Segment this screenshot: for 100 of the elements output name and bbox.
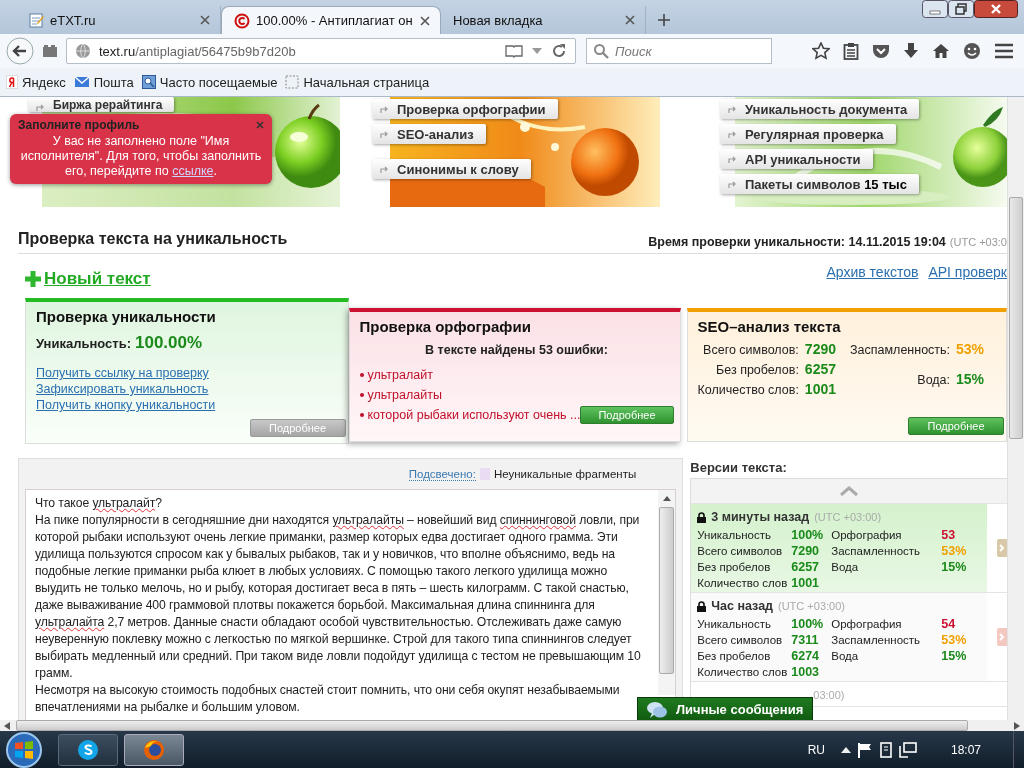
metric-value: 53%	[941, 544, 968, 558]
menu-link[interactable]: Проверка орфографии	[372, 99, 558, 119]
menu-link[interactable]: API уникальности	[720, 149, 873, 169]
search-field[interactable]: Поиск	[586, 38, 772, 64]
version-item[interactable]: 3 минуты назад (UTC +03:00) Уникальность 100% Орфография 53 Всего символов 7290 Заспамленность 53% Без пробелов 6257 Вода 15% Количество слов 1001	[691, 504, 988, 592]
taskbar-button[interactable]	[58, 734, 118, 766]
scrollbar[interactable]	[658, 490, 676, 695]
scroll-right-icon[interactable]	[1014, 721, 1020, 730]
metric-label: Заспамленность:	[850, 343, 951, 357]
menu-link[interactable]: SEO-анализ	[372, 124, 486, 144]
reader-icon[interactable]	[505, 44, 523, 58]
library-icon[interactable]	[42, 44, 58, 58]
highlight-link[interactable]: Подсвечено:	[408, 467, 476, 481]
timezone-label: (UTC +03:00)	[778, 600, 845, 612]
arrow-icon	[728, 129, 737, 139]
metric-label: Уникальность	[697, 618, 772, 630]
menu-link[interactable]: Синонимы к слову	[372, 159, 531, 179]
menu-link[interactable]: Уникальность документа	[720, 99, 920, 119]
metric-label: Вода:	[916, 373, 951, 387]
lock-icon	[697, 600, 707, 612]
star-icon[interactable]	[812, 42, 830, 60]
timezone-label: (UTC +03:00)	[814, 511, 882, 523]
version-item[interactable]: Час назад (UTC +03:00) Уникальность 100% Орфография 54 Всего символов 7311 Заспамленность 53% Без пробелов 6274 Вода 15% Количество слов 1003	[691, 593, 988, 681]
blank-page-icon	[285, 75, 300, 89]
chat-bubbles-icon	[646, 700, 668, 719]
timezone-label: 03:00)	[813, 689, 845, 701]
error-item[interactable]: ультралайты	[359, 388, 442, 402]
chevron-up-icon	[839, 486, 860, 496]
arrow-icon	[728, 179, 737, 189]
arrow-icon	[380, 164, 389, 174]
dropdown-icon[interactable]	[531, 47, 543, 55]
metric-label: Всего символов:	[702, 343, 799, 357]
menu-link[interactable]: Пакеты символов 15 тыс	[720, 174, 919, 194]
download-icon[interactable]	[903, 42, 919, 60]
close-icon[interactable]	[974, 0, 1018, 18]
device-icon[interactable]	[878, 742, 893, 758]
home-icon[interactable]	[932, 43, 950, 59]
check-time: Время проверки уникальности: 14.11.2015 19:04	[648, 235, 946, 249]
metric-label: Заспамленность	[831, 634, 922, 646]
action-link[interactable]: Получить кнопку уникальности	[36, 397, 338, 413]
search-page-icon	[141, 75, 156, 89]
maximize-icon[interactable]	[948, 0, 974, 18]
card-title: SEO–анализ текста	[697, 318, 842, 335]
smiley-icon[interactable]	[963, 42, 981, 60]
versions-title: Версии текста:	[690, 459, 788, 477]
minimize-icon[interactable]	[922, 0, 948, 18]
metric-label: Количество слов	[697, 577, 789, 589]
metric-label: Заспамленность	[831, 545, 922, 557]
browser-tab[interactable]: 100.00% - Антиплагиат он	[221, 6, 441, 34]
clock[interactable]: 18:07	[950, 743, 981, 757]
arrow-icon	[728, 104, 737, 114]
action-link[interactable]: Получить ссылку на проверку	[36, 365, 338, 381]
scrollbar[interactable]	[0, 720, 1024, 731]
metric-value: 7290	[804, 341, 836, 357]
notification-text: У вас не заполнено поле "Имя исполнителя". Для того, чтобы заполнить его, перейдите по ссылке.	[19, 134, 263, 179]
tab-title: eTXT.ru	[50, 12, 97, 28]
scroll-up-icon[interactable]	[662, 496, 671, 501]
yandex-icon	[6, 75, 18, 89]
language-indicator[interactable]: RU	[807, 743, 825, 757]
network-icon[interactable]	[898, 742, 917, 758]
page-title: Проверка текста на уникальность	[18, 230, 288, 249]
scrollbar[interactable]	[1007, 97, 1024, 720]
metric-label: Без пробелов	[697, 650, 772, 662]
bookmark[interactable]: Яндекс	[6, 74, 66, 90]
new-tab-icon[interactable]	[658, 14, 670, 26]
menu-icon[interactable]	[994, 43, 1014, 59]
metric-value: 6274	[791, 649, 821, 663]
plus-icon	[24, 270, 42, 288]
tab-title: Новая вкладка	[453, 12, 544, 28]
metric-value: 100%	[791, 617, 825, 631]
menu-link[interactable]: Регулярная проверка	[720, 124, 896, 144]
card-title: Проверка уникальности	[36, 308, 217, 325]
action-link[interactable]: Зафиксировать уникальность	[36, 381, 338, 397]
start-button-icon[interactable]	[4, 731, 44, 768]
text-paragraph: На пике популярности в сегодняшние дни находятся ультралайты – новейший вид спиннинговой ловли, при которой рыбаки используют очень легкие приманки, размер которых едва достигает одного грамма. Эти удилища пользуются спросом как у бывалых рыбаков, так и у новичков, что вполне объяснимо, ведь на подобные легкие приманки рыба клюет в любых условиях. С помощью такого легкого удилища можно выудить не только мелочь, но и рыбу, которая достигает веса в пять – шесть килограмм. С такой снастью, даже вываживание 400 граммовой плотвы покажется борьбой. Максимальная длина спиннинга для ультралайта 2,7 метров. Данные снасти обладают особой чувствительностью. Отслеживать даже самую неуверенную поклевку можно с легкостью по мягкой вершинке. Строй для такого типа спиннингов следует выбирать медленный или средний. При таком виде ловли подойдут удилища с тестом не превышающим 10 грамм.	[35, 512, 642, 682]
metric-value: 15%	[941, 560, 968, 574]
tray-expand-icon[interactable]	[840, 747, 851, 753]
nav-link[interactable]: API проверк	[928, 264, 1007, 280]
flag-icon[interactable]	[856, 742, 873, 758]
metric-label: Уникальность:	[36, 336, 131, 351]
nav-link[interactable]: Архив текстов	[826, 264, 919, 280]
metric-value: 100%	[791, 528, 825, 542]
notepad-icon	[28, 12, 44, 28]
close-icon[interactable]	[420, 15, 430, 26]
clipboard-icon[interactable]	[843, 42, 859, 60]
messages-button[interactable]: Личные сообщения	[637, 697, 813, 720]
tab-title: 100.00% - Антиплагиат он	[256, 13, 414, 28]
reload-icon[interactable]	[551, 43, 567, 59]
back-icon[interactable]	[6, 37, 34, 65]
metric-value: 6257	[791, 560, 821, 574]
address-field[interactable]: text.ru/antiplagiat/56475b9b7d20b	[66, 38, 576, 64]
menu-link[interactable]: Биржа рерайтинга	[28, 97, 175, 112]
pocket-icon[interactable]	[872, 43, 890, 59]
legend-label: Неуникальные фрагменты	[493, 468, 637, 480]
globe-icon	[75, 43, 91, 59]
scroll-left-icon[interactable]	[4, 721, 10, 730]
metric-label: Вода	[831, 561, 860, 573]
error-item[interactable]: ультралайт	[359, 368, 433, 382]
bookmark[interactable]: Пошта	[73, 74, 134, 90]
error-item[interactable]: которой рыбаки используют очень ...	[359, 408, 581, 422]
